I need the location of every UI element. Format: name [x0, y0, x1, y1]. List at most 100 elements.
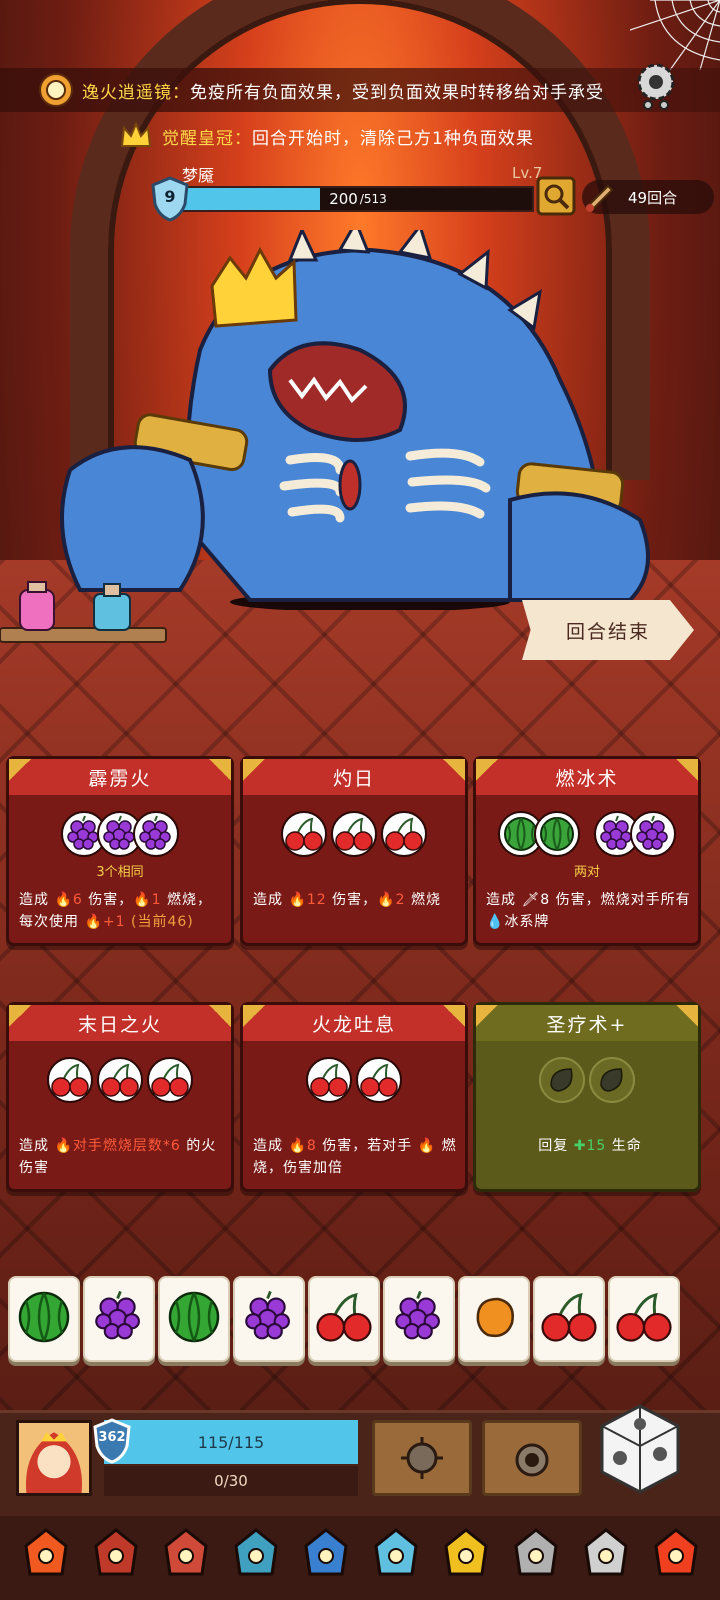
ghost-icon[interactable]: [368, 1522, 424, 1586]
turn-counter-label: 49回合: [628, 188, 678, 207]
player-avatar[interactable]: [16, 1420, 92, 1496]
cherry-icon: [614, 1292, 674, 1346]
cherry-icon: [539, 1292, 599, 1346]
card-corner-decoration: [9, 759, 31, 781]
hood-icon[interactable]: [88, 1522, 144, 1586]
cherry-slot-icon[interactable]: [331, 811, 377, 857]
scroll-icon: [586, 184, 614, 212]
skill-card-body: 造成 🔥12 伤害，🔥2 燃烧: [243, 795, 465, 945]
skill-description-segment: 🗡8: [521, 892, 551, 908]
crown-icon[interactable]: [438, 1522, 494, 1586]
cherry-die[interactable]: [608, 1276, 680, 1362]
card-corner-decoration: [209, 1005, 231, 1027]
skill-card[interactable]: 灼日造成 🔥12 伤害，🔥2 燃烧: [240, 756, 468, 946]
fire-icon[interactable]: [648, 1522, 704, 1586]
skill-card[interactable]: 霹雳火 3个相同 造成 🔥6 伤害，🔥1 燃烧，每次使用 🔥+1 (当前46): [6, 756, 234, 946]
grape-icon: [392, 1288, 446, 1350]
skill-description: 造成 🔥对手燃烧层数*6 的火伤害: [19, 1135, 227, 1179]
cherry-icon: [314, 1292, 374, 1346]
nightmare-monster[interactable]: [40, 230, 680, 610]
crystal-icon[interactable]: [228, 1522, 284, 1586]
player-xp-bar: 0/30: [104, 1466, 358, 1496]
skill-card[interactable]: 火龙吐息 造成 🔥8 伤害，若对手 🔥 燃烧，伤害加倍: [240, 1002, 468, 1192]
skill-description-segment: 🔥+1: [84, 914, 126, 930]
skill-description: 回复 ✚15 生命: [486, 1135, 694, 1157]
skill-card-body: 造成 🔥对手燃烧层数*6 的火伤害: [9, 1041, 231, 1191]
skill-description-segment: 🔥6: [54, 892, 83, 908]
skill-card-body: 造成 🔥8 伤害，若对手 🔥 燃烧，伤害加倍: [243, 1041, 465, 1191]
enemy-hp-text: 200 /513: [184, 188, 532, 210]
melon-slot-icon[interactable]: [534, 811, 580, 857]
skill-description: 造成 🔥8 伤害，若对手 🔥 燃烧，伤害加倍: [253, 1135, 461, 1179]
skill-card-header: 末日之火: [9, 1005, 231, 1041]
player-hp-bar: 115/115: [104, 1420, 358, 1464]
cherry-slot-icon[interactable]: [47, 1057, 93, 1103]
cherry-slot-icon[interactable]: [147, 1057, 193, 1103]
card-corner-decoration: [443, 759, 465, 781]
cherry-die[interactable]: [308, 1276, 380, 1362]
skill-card-title: 末日之火: [77, 1013, 162, 1036]
enemy-shield-value: 9: [164, 187, 176, 206]
skill-card[interactable]: 圣疗术+ 回复 ✚15 生命: [473, 1002, 701, 1192]
dice-row: [8, 1276, 712, 1364]
grape-die[interactable]: [233, 1276, 305, 1362]
grape-die[interactable]: [83, 1276, 155, 1362]
blue-beast-icon[interactable]: [298, 1522, 354, 1586]
spiked-helm-icon[interactable]: [578, 1522, 634, 1586]
spiked-ball-icon: [401, 1437, 443, 1479]
watermelon-die[interactable]: [158, 1276, 230, 1362]
grape-slot-icon[interactable]: [630, 811, 676, 857]
skill-card-title: 灼日: [332, 767, 375, 790]
grape-icon: [242, 1288, 296, 1350]
roll-dice-button[interactable]: [598, 1402, 682, 1496]
card-corner-decoration: [676, 759, 698, 781]
bestiary-book-icon[interactable]: [536, 176, 576, 216]
flame-gem-icon[interactable]: [158, 1522, 214, 1586]
watermelon-die[interactable]: [8, 1276, 80, 1362]
skill-description-segment: 生命: [606, 1138, 642, 1154]
skill-description-segment: 🔥2: [377, 892, 406, 908]
grape-slot-icon[interactable]: [133, 811, 179, 857]
skill-description-segment: 造成: [19, 1138, 55, 1154]
equipment-slot-1[interactable]: [372, 1420, 472, 1496]
skill-description-segment: (当前46): [125, 914, 194, 930]
dice-slot-group: [243, 1057, 465, 1103]
settings-gear-icon[interactable]: [632, 60, 680, 112]
pot-icon: [515, 1443, 549, 1477]
cherry-slot-icon[interactable]: [281, 811, 327, 857]
skill-card-title: 圣疗术+: [546, 1013, 628, 1036]
cherry-slot-icon[interactable]: [97, 1057, 143, 1103]
mango-die[interactable]: [458, 1276, 530, 1362]
player-hp-text: 115/115: [197, 1432, 265, 1452]
enemy-hp-max: /513: [359, 192, 387, 206]
card-corner-decoration: [243, 759, 265, 781]
grape-icon: [92, 1288, 146, 1350]
skill-card-header: 霹雳火: [9, 759, 231, 795]
blue-potion-icon: [93, 583, 131, 631]
skill-description-segment: 燃烧: [405, 892, 441, 908]
skill-card-header: 灼日: [243, 759, 465, 795]
skill-card-header: 燃冰术: [476, 759, 698, 795]
dice-slot-group: [476, 1057, 698, 1103]
skill-card-header: 圣疗术+: [476, 1005, 698, 1041]
iron-helm-icon[interactable]: [508, 1522, 564, 1586]
crown-icon: [120, 121, 152, 147]
equipment-slot-2[interactable]: [482, 1420, 582, 1496]
skill-card[interactable]: 燃冰术 两对 造成 🗡8 伤害，燃烧对手所有 💧冰系牌: [473, 756, 701, 946]
buff-crown: 觉醒皇冠： 回合开始时，清除己方1种负面效果: [0, 114, 720, 158]
skill-card[interactable]: 末日之火造成 🔥对手燃烧层数*6 的火伤害: [6, 1002, 234, 1192]
sun-ember-icon[interactable]: [18, 1522, 74, 1586]
cherry-slot-icon[interactable]: [306, 1057, 352, 1103]
watermelon-icon: [16, 1289, 72, 1349]
seed-slot-icon[interactable]: [539, 1057, 585, 1103]
grape-die[interactable]: [383, 1276, 455, 1362]
buff-text: 回合开始时，清除己方1种负面效果: [252, 128, 534, 149]
cherry-slot-icon[interactable]: [356, 1057, 402, 1103]
cherry-slot-icon[interactable]: [381, 811, 427, 857]
skill-description-segment: 伤害，: [326, 892, 378, 908]
potion-shelf: [0, 581, 167, 643]
skill-description-segment: 🔥: [417, 1138, 437, 1154]
end-turn-button[interactable]: 回合结束: [522, 600, 694, 660]
cherry-die[interactable]: [533, 1276, 605, 1362]
seed-slot-icon[interactable]: [589, 1057, 635, 1103]
